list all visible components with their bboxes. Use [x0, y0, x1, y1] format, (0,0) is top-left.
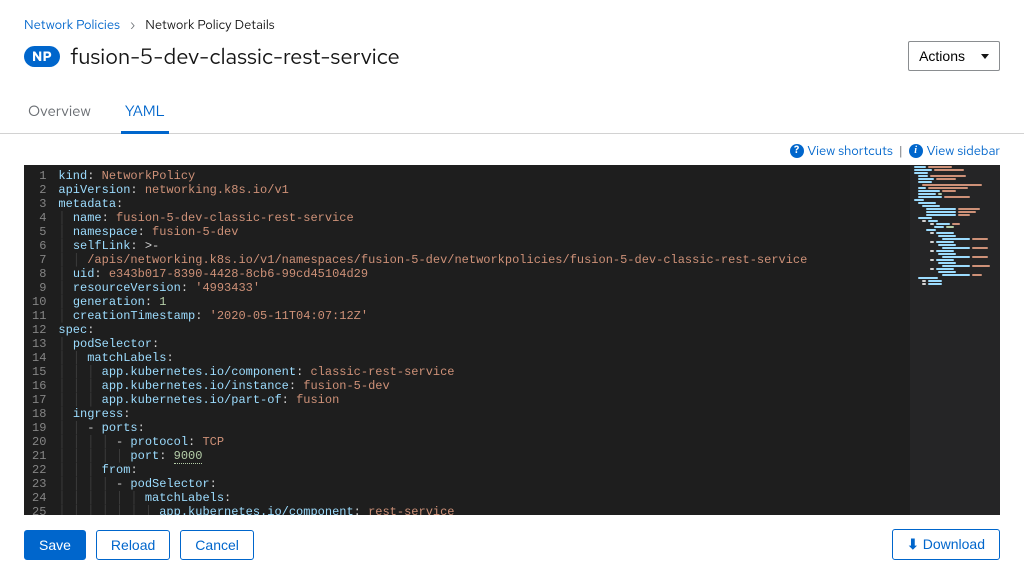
- tabs: Overview YAML: [0, 91, 1024, 134]
- reload-button[interactable]: Reload: [96, 530, 170, 560]
- actions-dropdown[interactable]: Actions: [908, 41, 1000, 71]
- save-button[interactable]: Save: [24, 530, 86, 560]
- view-sidebar-link[interactable]: i View sidebar: [909, 142, 1000, 159]
- tab-yaml[interactable]: YAML: [121, 91, 169, 134]
- caret-down-icon: [981, 54, 989, 59]
- resource-badge: NP: [24, 46, 60, 67]
- help-icon: ?: [790, 144, 804, 158]
- breadcrumb-parent-link[interactable]: Network Policies: [24, 16, 120, 33]
- chevron-right-icon: ›: [130, 16, 135, 33]
- actions-label: Actions: [919, 48, 965, 64]
- yaml-editor[interactable]: 1234567891011121314151617181920212223242…: [24, 165, 1000, 515]
- minimap[interactable]: [910, 165, 1000, 515]
- cancel-button[interactable]: Cancel: [180, 530, 254, 560]
- download-button[interactable]: ⬇Download: [892, 529, 1000, 560]
- code-content[interactable]: kind: NetworkPolicy apiVersion: networki…: [58, 165, 1000, 515]
- divider: |: [899, 142, 903, 159]
- breadcrumb: Network Policies › Network Policy Detail…: [24, 16, 1000, 33]
- breadcrumb-current: Network Policy Details: [145, 16, 274, 33]
- info-icon: i: [909, 144, 923, 158]
- page-title: fusion-5-dev-classic-rest-service: [70, 42, 400, 71]
- view-shortcuts-link[interactable]: ? View shortcuts: [790, 142, 893, 159]
- tab-overview[interactable]: Overview: [24, 91, 95, 133]
- download-icon: ⬇: [907, 536, 919, 552]
- line-gutter: 1234567891011121314151617181920212223242…: [24, 165, 58, 515]
